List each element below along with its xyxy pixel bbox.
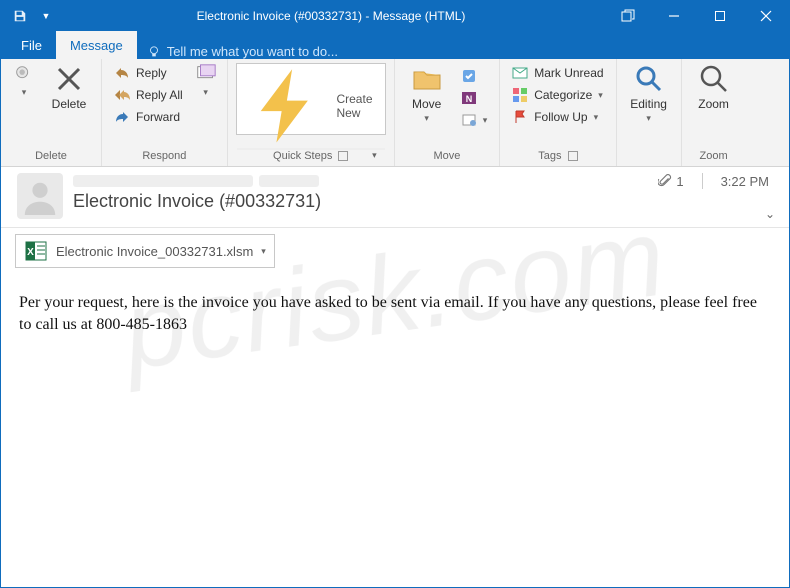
delete-icon bbox=[53, 63, 85, 95]
sender-avatar bbox=[17, 173, 63, 219]
attachment-item[interactable]: X Electronic Invoice_00332731.xlsm ▾ bbox=[15, 234, 275, 268]
tab-file[interactable]: File bbox=[7, 31, 56, 59]
follow-up-label: Follow Up bbox=[534, 110, 587, 124]
actions-button[interactable]: ▾ bbox=[457, 110, 492, 130]
group-move: Move ▾ N ▾ Move bbox=[395, 59, 501, 166]
restore-down-alt-icon[interactable] bbox=[605, 1, 651, 31]
tags-launcher-icon[interactable] bbox=[568, 151, 578, 161]
mark-unread-button[interactable]: Mark Unread bbox=[508, 63, 607, 83]
sender-extra-redacted bbox=[259, 175, 319, 187]
ribbon-tabs: File Message Tell me what you want to do… bbox=[1, 31, 789, 59]
categorize-icon bbox=[512, 87, 528, 103]
more-respond-icon bbox=[195, 63, 217, 85]
quicksteps-launcher-icon[interactable] bbox=[338, 151, 348, 161]
find-icon bbox=[633, 63, 665, 95]
svg-text:N: N bbox=[465, 94, 472, 104]
attachment-dropdown-icon[interactable]: ▾ bbox=[261, 246, 266, 257]
rules-button[interactable] bbox=[457, 66, 492, 86]
tell-me-label: Tell me what you want to do... bbox=[167, 44, 338, 59]
title-bar: ▼ Electronic Invoice (#00332731) - Messa… bbox=[1, 1, 789, 31]
tab-message[interactable]: Message bbox=[56, 31, 137, 59]
move-folder-icon bbox=[411, 63, 443, 95]
sender-name-redacted bbox=[73, 175, 253, 187]
mail-closed-icon bbox=[512, 65, 528, 81]
ribbon: ▾ Delete Delete Reply Reply All bbox=[1, 59, 789, 167]
group-tags: Mark Unread Categorize ▾ Follow Up ▾ Tag… bbox=[500, 59, 616, 166]
excel-icon: X bbox=[24, 239, 48, 263]
save-icon[interactable] bbox=[9, 5, 31, 27]
quickstep-create-new[interactable]: Create New bbox=[237, 64, 385, 149]
reply-all-label: Reply All bbox=[136, 88, 183, 102]
group-editing-label bbox=[625, 160, 673, 164]
reply-all-button[interactable]: Reply All bbox=[110, 85, 187, 105]
qat-customize-icon[interactable]: ▼ bbox=[35, 5, 57, 27]
lightning-icon bbox=[245, 64, 329, 148]
reply-button[interactable]: Reply bbox=[110, 63, 187, 83]
group-tags-label: Tags bbox=[538, 150, 561, 162]
junk-button[interactable]: ▾ bbox=[9, 63, 39, 98]
maximize-icon[interactable] bbox=[697, 1, 743, 31]
move-label: Move bbox=[412, 97, 441, 111]
delete-label: Delete bbox=[52, 97, 87, 111]
forward-icon bbox=[114, 109, 130, 125]
tell-me-search[interactable]: Tell me what you want to do... bbox=[137, 44, 348, 59]
close-icon[interactable] bbox=[743, 1, 789, 31]
zoom-label: Zoom bbox=[698, 97, 729, 111]
svg-text:X: X bbox=[27, 247, 34, 258]
group-respond: Reply Reply All Forward ▾ Respond bbox=[102, 59, 228, 166]
onenote-button[interactable]: N bbox=[457, 88, 492, 108]
window-title: Electronic Invoice (#00332731) - Message… bbox=[57, 9, 605, 23]
message-subject: Electronic Invoice (#00332731) bbox=[73, 191, 773, 212]
expand-header-icon[interactable]: ⌄ bbox=[765, 207, 775, 221]
junk-icon bbox=[13, 63, 35, 85]
editing-button[interactable]: Editing ▾ bbox=[625, 63, 673, 124]
paperclip-icon bbox=[658, 174, 672, 188]
message-body: Per your request, here is the invoice yo… bbox=[1, 274, 789, 353]
delete-button[interactable]: Delete bbox=[45, 63, 93, 111]
attachment-indicator: 1 bbox=[658, 174, 683, 189]
quickstep-create-new-label: Create New bbox=[336, 92, 376, 120]
group-zoom: Zoom Zoom bbox=[682, 59, 746, 166]
minimize-icon[interactable] bbox=[651, 1, 697, 31]
quick-access-toolbar: ▼ bbox=[1, 5, 57, 27]
message-header: Electronic Invoice (#00332731) 1 3:22 PM… bbox=[1, 167, 789, 228]
group-editing: Editing ▾ bbox=[617, 59, 682, 166]
reply-label: Reply bbox=[136, 66, 167, 80]
reply-all-icon bbox=[114, 87, 130, 103]
zoom-button[interactable]: Zoom bbox=[690, 63, 738, 111]
attachment-count: 1 bbox=[676, 174, 683, 189]
group-delete-label: Delete bbox=[9, 148, 93, 164]
actions-icon bbox=[461, 112, 477, 128]
group-quicksteps-label: Quick Steps bbox=[273, 150, 332, 162]
forward-button[interactable]: Forward bbox=[110, 107, 187, 127]
more-respond-button[interactable]: ▾ bbox=[193, 63, 219, 98]
window-controls bbox=[605, 1, 789, 31]
rules-icon bbox=[461, 68, 477, 84]
group-respond-label: Respond bbox=[110, 148, 219, 164]
attachment-filename: Electronic Invoice_00332731.xlsm bbox=[56, 244, 253, 259]
group-zoom-label: Zoom bbox=[690, 148, 738, 164]
mark-unread-label: Mark Unread bbox=[534, 66, 603, 80]
attachment-row: X Electronic Invoice_00332731.xlsm ▾ bbox=[1, 228, 789, 274]
message-time: 3:22 PM bbox=[721, 174, 769, 189]
categorize-label: Categorize bbox=[534, 88, 592, 102]
person-icon bbox=[21, 177, 59, 215]
reply-icon bbox=[114, 65, 130, 81]
onenote-icon: N bbox=[461, 90, 477, 106]
group-quick-steps: Create New ▾ Quick Steps bbox=[228, 59, 395, 166]
group-move-label: Move bbox=[403, 148, 492, 164]
editing-label: Editing bbox=[630, 97, 667, 111]
zoom-icon bbox=[698, 63, 730, 95]
separator bbox=[702, 173, 703, 189]
group-delete: ▾ Delete Delete bbox=[1, 59, 102, 166]
quicksteps-gallery[interactable]: Create New ▾ bbox=[236, 63, 386, 135]
forward-label: Forward bbox=[136, 110, 180, 124]
flag-icon bbox=[512, 109, 528, 125]
follow-up-button[interactable]: Follow Up ▾ bbox=[508, 107, 607, 127]
categorize-button[interactable]: Categorize ▾ bbox=[508, 85, 607, 105]
lightbulb-icon bbox=[147, 45, 161, 59]
move-button[interactable]: Move ▾ bbox=[403, 63, 451, 124]
